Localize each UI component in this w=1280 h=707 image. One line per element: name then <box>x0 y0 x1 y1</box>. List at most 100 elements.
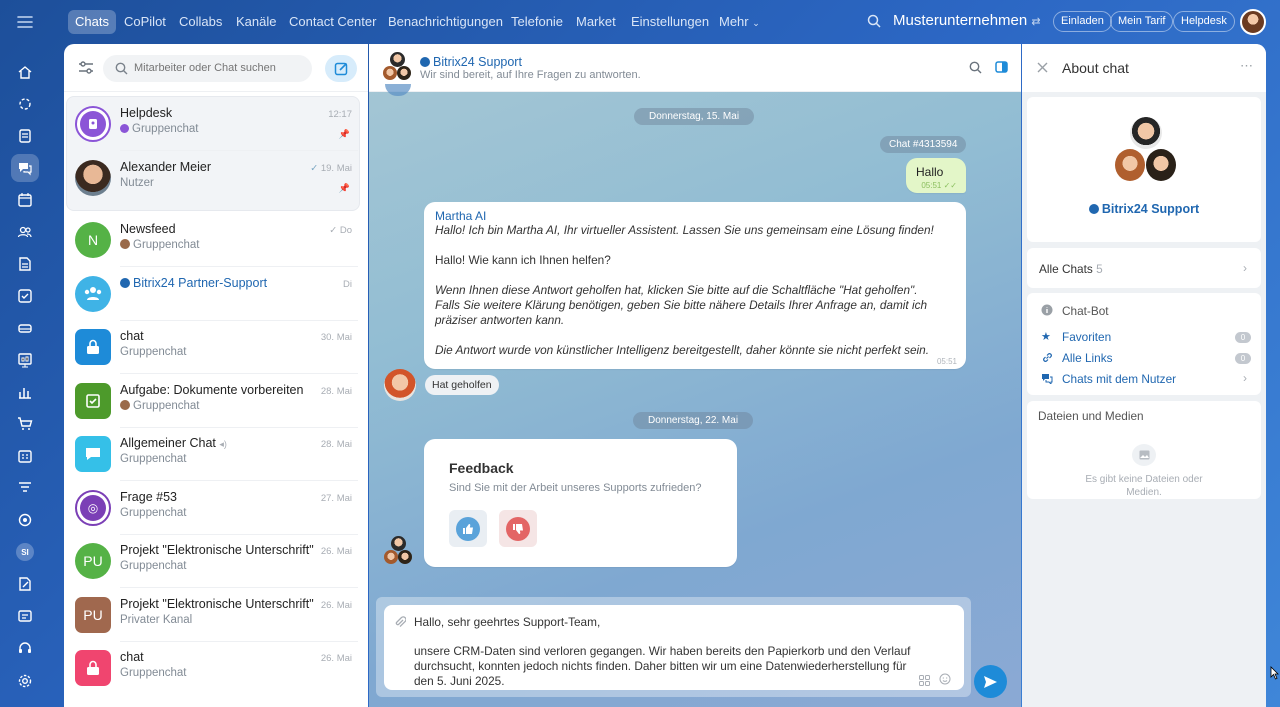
tab-kanaele[interactable]: Kanäle <box>229 10 283 34</box>
message-time: 05:51 <box>936 357 957 366</box>
drive-icon[interactable] <box>11 314 39 342</box>
tab-collabs[interactable]: Collabs <box>172 10 229 34</box>
plan-button[interactable]: Mein Tarif <box>1110 11 1174 32</box>
tab-market[interactable]: Market <box>569 10 623 34</box>
sign-icon[interactable] <box>11 570 39 598</box>
tab-contact-center[interactable]: Contact Center <box>282 10 383 34</box>
author-mini-avatar <box>120 239 130 249</box>
helped-button[interactable]: Hat geholfen <box>425 375 499 395</box>
target-icon[interactable] <box>11 506 39 534</box>
chat-item-partner-support[interactable]: Bitrix24 Partner-Support Di <box>64 268 368 321</box>
feedback-title: Feedback <box>449 460 514 476</box>
chats-icon[interactable] <box>11 154 39 182</box>
chat-item-name-text: Allgemeiner Chat <box>120 436 216 450</box>
bot-author[interactable]: Martha AI <box>435 209 486 223</box>
invite-button[interactable]: Einladen <box>1053 11 1112 32</box>
dislike-button[interactable] <box>499 510 537 547</box>
chat-item-newsfeed[interactable]: N Newsfeed Gruppenchat ✓ Do <box>64 214 368 267</box>
feedback-card: Feedback Sind Sie mit der Arbeit unseres… <box>424 439 737 567</box>
calendar-icon[interactable] <box>11 186 39 214</box>
read-check-icon: ✓ <box>310 163 319 174</box>
thumbs-down-icon <box>506 516 530 541</box>
docs-icon[interactable] <box>11 250 39 278</box>
chat-group-avatar[interactable] <box>383 52 413 84</box>
chat-search-icon[interactable] <box>969 61 982 77</box>
user-avatar-alexander <box>75 160 111 196</box>
settings-icon[interactable] <box>11 667 39 695</box>
bot-message-line: Hallo! Ich bin Martha AI, Ihr virtueller… <box>435 223 934 237</box>
profile-name[interactable]: Bitrix24 Support <box>1027 202 1261 216</box>
board-icon[interactable] <box>11 346 39 374</box>
user-message[interactable]: Hallo 05:51 ✓✓ <box>906 158 966 193</box>
newsfeed-avatar: N <box>75 222 111 258</box>
contacts-icon[interactable] <box>11 602 39 630</box>
chat-item-frage-53[interactable]: ◎ Frage #53 Gruppenchat 27. Mai <box>64 482 368 535</box>
chat-item-name: Frage #53 <box>120 490 177 504</box>
all-links-link[interactable]: Alle Links <box>1062 351 1113 365</box>
user-initials-icon[interactable]: SI <box>11 538 39 566</box>
copilot-icon[interactable] <box>11 90 39 118</box>
menu-icon[interactable] <box>14 12 36 32</box>
about-header: About chat ⋯ <box>1022 44 1266 92</box>
tab-mehr[interactable]: Mehr ⌄ <box>712 10 767 34</box>
feed-icon[interactable] <box>11 122 39 150</box>
all-chats-row[interactable]: Alle Chats 5 › <box>1027 248 1261 288</box>
task-avatar <box>75 383 111 419</box>
all-chats-label: Alle Chats 5 <box>1039 262 1103 276</box>
shop-icon[interactable] <box>11 410 39 438</box>
groups-icon[interactable] <box>11 218 39 246</box>
about-chat-panel: About chat ⋯ Bitrix24 Support Alle Chats… <box>1022 44 1266 707</box>
home-icon[interactable] <box>11 58 39 86</box>
author-mini-avatar <box>120 400 130 410</box>
chat-item-helpdesk[interactable]: Helpdesk Gruppenchat 12:17 📌 <box>64 98 368 151</box>
tab-copilot[interactable]: CoPilot <box>117 10 173 34</box>
send-button[interactable] <box>974 665 1007 698</box>
close-icon[interactable] <box>1037 61 1048 76</box>
headset-icon[interactable] <box>11 634 39 662</box>
bot-message[interactable]: Martha AI Hallo! Ich bin Martha AI, Ihr … <box>424 202 966 369</box>
apps-grid-icon[interactable] <box>919 674 930 689</box>
message-textarea[interactable]: Hallo, sehr geehrtes Support-Team, unser… <box>384 605 964 690</box>
tab-einstellungen[interactable]: Einstellungen <box>624 10 716 34</box>
emoji-icon[interactable] <box>939 673 951 688</box>
favorites-link[interactable]: Favoriten <box>1062 330 1111 344</box>
chat-item-projekt-gruppenchat[interactable]: PU Projekt "Elektronische Unterschrift" … <box>64 535 368 588</box>
left-rail: SI <box>0 0 50 707</box>
attach-icon[interactable] <box>394 615 407 632</box>
project-channel-avatar: PU <box>75 597 111 633</box>
funnel-icon[interactable] <box>11 474 39 502</box>
martha-ai-avatar[interactable] <box>384 369 416 401</box>
tab-mehr-label: Mehr <box>719 14 749 29</box>
filter-icon[interactable] <box>78 61 94 78</box>
chat-item-allgemeiner-chat[interactable]: Allgemeiner Chat ◂) Gruppenchat 28. Mai <box>64 428 368 481</box>
tab-chats[interactable]: Chats <box>68 10 116 34</box>
chat-item-chat[interactable]: chat Gruppenchat 30. Mai <box>64 321 368 374</box>
chat-item-alexander-meier[interactable]: Alexander Meier Nutzer ✓ 19. Mai 📌 <box>64 152 368 205</box>
new-chat-button[interactable] <box>325 55 357 82</box>
helpdesk-button[interactable]: Helpdesk <box>1173 11 1235 32</box>
files-title: Dateien und Medien <box>1038 409 1144 423</box>
like-button[interactable] <box>449 510 487 547</box>
chat-item-sub: Gruppenchat <box>120 560 187 572</box>
chats-with-user-link[interactable]: Chats mit dem Nutzer <box>1062 372 1176 386</box>
profile-group-avatar[interactable] <box>1115 117 1177 185</box>
task-check-icon <box>86 394 100 408</box>
chat-title[interactable]: Bitrix24 Support <box>420 55 522 69</box>
tasks-icon[interactable] <box>11 282 39 310</box>
company-name[interactable]: Musterunternehmen ⇄ <box>893 12 1041 29</box>
search-icon[interactable] <box>867 14 881 31</box>
chat-item-chat-private[interactable]: chat Gruppenchat 26. Mai <box>64 642 368 695</box>
tab-benachrichtigungen[interactable]: Benachrichtigungen <box>381 10 510 34</box>
chat-item-aufgabe[interactable]: Aufgabe: Dokumente vorbereiten Gruppench… <box>64 375 368 428</box>
tab-telefonie[interactable]: Telefonie <box>504 10 570 34</box>
sidebar-toggle-icon[interactable] <box>995 61 1008 76</box>
user-avatar[interactable] <box>1240 9 1266 35</box>
profile-name-text: Bitrix24 Support <box>1101 202 1200 216</box>
booking-icon[interactable] <box>11 442 39 470</box>
chat-item-name: Helpdesk <box>120 106 173 120</box>
support-team-avatar[interactable] <box>384 536 414 568</box>
chat-item-projekt-kanal[interactable]: PU Projekt "Elektronische Unterschrift" … <box>64 589 368 642</box>
more-icon[interactable]: ⋯ <box>1240 58 1254 74</box>
search-input[interactable] <box>103 55 312 82</box>
analytics-icon[interactable] <box>11 378 39 406</box>
